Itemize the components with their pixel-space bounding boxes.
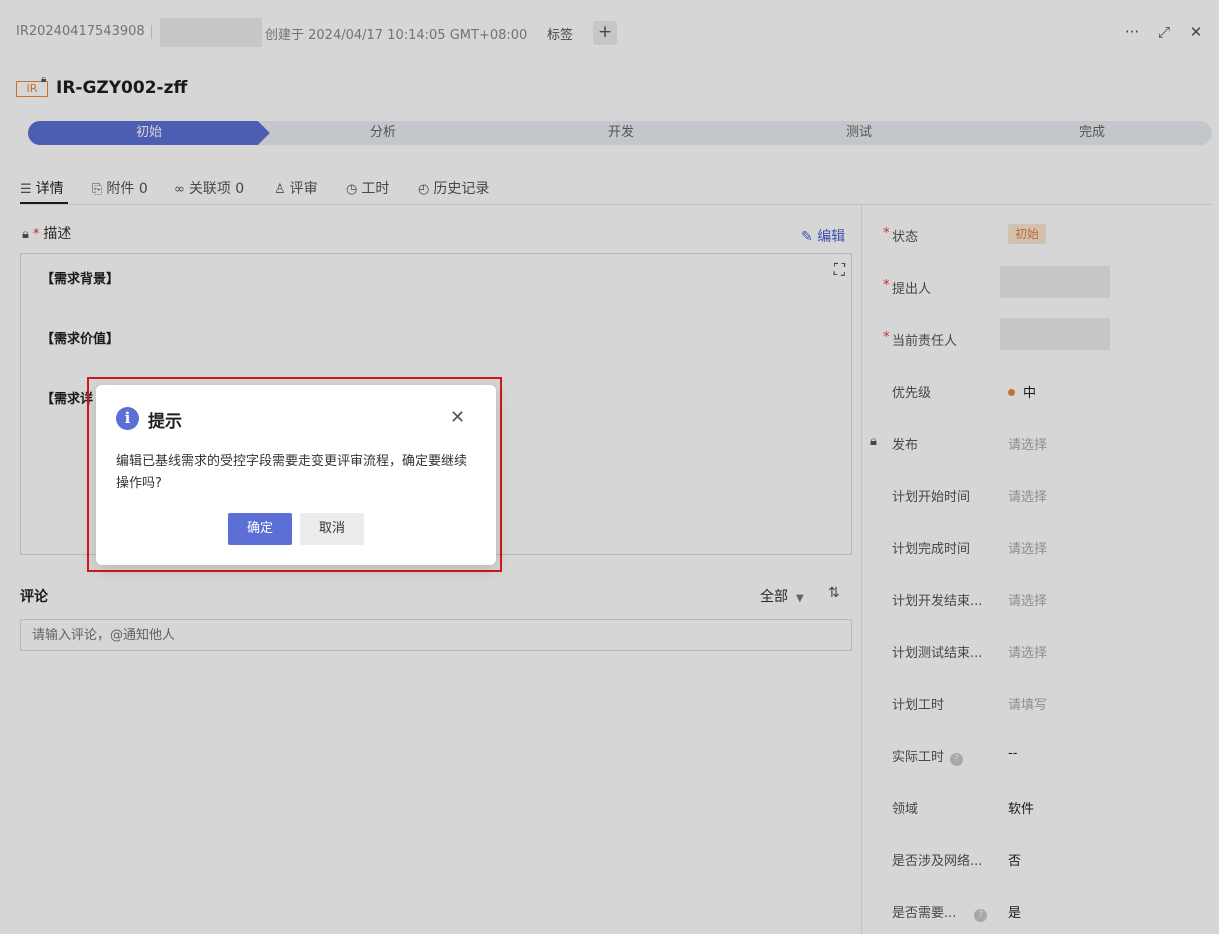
confirm-button[interactable]: 确定 <box>228 513 292 545</box>
info-icon: i <box>116 407 139 430</box>
confirm-dialog: i 提示 ✕ 编辑已基线需求的受控字段需要走变更评审流程，确定要继续操作吗? 确… <box>96 385 496 565</box>
dialog-message: 编辑已基线需求的受控字段需要走变更评审流程，确定要继续操作吗? <box>116 454 468 491</box>
close-icon[interactable]: ✕ <box>450 409 465 427</box>
cancel-button[interactable]: 取消 <box>300 513 364 545</box>
dialog-title: 提示 <box>148 412 182 432</box>
